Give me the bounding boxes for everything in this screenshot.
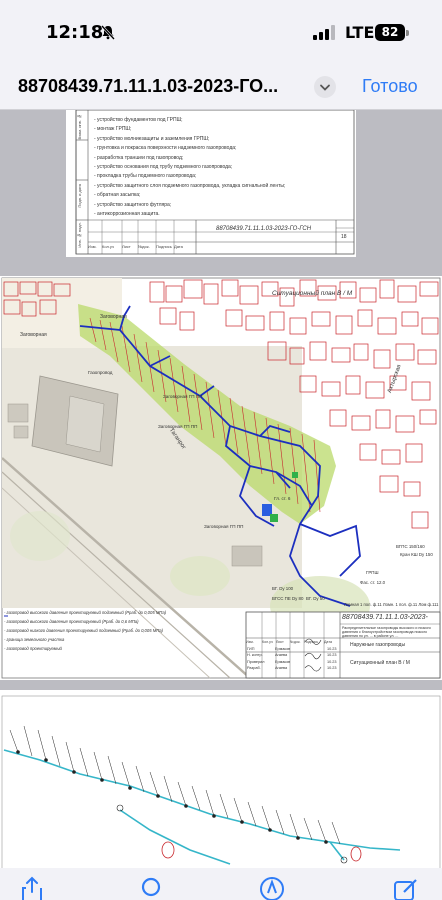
stamp-header: №док. bbox=[138, 244, 150, 249]
map-label: Заговорная ГП ПП bbox=[158, 424, 198, 429]
stamp-code: 88708439.71.11.1.03-2023-ГО-ГСН bbox=[216, 226, 312, 232]
pdf-page-1: - устройство фундаментов под ГРПШ; - мон… bbox=[66, 110, 356, 257]
list-item: - разработка траншеи под газопровод; bbox=[94, 154, 184, 161]
list-item: - устройство защитного слоя подземного г… bbox=[94, 182, 286, 189]
pdf-page-3 bbox=[0, 690, 442, 870]
signal-icon bbox=[313, 25, 335, 40]
map-label: ВГ. Dу 50 bbox=[306, 596, 325, 601]
battery-icon: 82 bbox=[375, 24, 405, 41]
work-list: - устройство фундаментов под ГРПШ; - мон… bbox=[94, 116, 344, 219]
network-label: LTE bbox=[345, 23, 375, 42]
document-title[interactable]: 88708439.71.11.1.03-2023-ГО... bbox=[18, 76, 278, 97]
bottom-toolbar bbox=[0, 868, 442, 900]
stamp-sheet-title: Ситуационный план В / М bbox=[350, 660, 410, 666]
status-bar: 12:18 LTE 82 bbox=[0, 0, 442, 62]
map-label: Заговорная ГП ПП bbox=[204, 524, 244, 529]
stamp-role: Разраб. bbox=[247, 666, 261, 671]
list-item: - устройство молниезащиты и заземления Г… bbox=[94, 135, 210, 142]
map-label: ВГСС ПЕ Dу 80 bbox=[272, 596, 304, 601]
stamp-header: Подпись bbox=[304, 640, 319, 644]
legend: - газопровод высокого давления проектиру… bbox=[4, 608, 242, 653]
share-icon[interactable] bbox=[18, 876, 46, 900]
stamp-code: 88708439.71.11.1.03-2023- bbox=[342, 614, 428, 621]
map-label: Гл. ст. 6 bbox=[274, 496, 291, 501]
stamp-description: Распределительные газопроводы высокого и… bbox=[342, 626, 431, 639]
status-time: 12:18 bbox=[46, 22, 104, 43]
list-item: - устройство фундаментов под ГРПШ; bbox=[94, 117, 183, 123]
stamp-header: Подпись bbox=[156, 244, 172, 249]
nav-bar: 88708439.71.11.1.03-2023-ГО... Готово bbox=[0, 62, 442, 110]
stamp-header: Изм. bbox=[246, 640, 254, 644]
map-label: ВГПС 150/160 bbox=[396, 544, 425, 549]
stamp-people: ГИП Ермаков 10.23 Н. контр. Агаева 10.23 Про… bbox=[247, 646, 341, 672]
stamp-headers: Изм. Кол.уч Лист №док. Подпись Дата bbox=[246, 640, 340, 644]
map-label: ВГ. Dу 100 bbox=[272, 586, 294, 591]
done-button[interactable]: Готово bbox=[362, 76, 418, 97]
legend-item: - граница земельного участка bbox=[4, 637, 65, 642]
stamp-header: Кол.уч bbox=[102, 244, 114, 249]
edit-icon[interactable] bbox=[392, 876, 420, 900]
stamp-headers: Изм. Кол.уч Лист №док. Подпись Дата bbox=[88, 244, 198, 249]
stamp-date: 10.23 bbox=[327, 666, 337, 671]
battery-tip bbox=[406, 30, 409, 36]
map-label: Кран КШ Dу 150 bbox=[400, 552, 433, 557]
list-item: - устройство основания под трубу подземн… bbox=[94, 164, 233, 171]
legend-item: - газопровод высокого давления проектиру… bbox=[4, 619, 139, 624]
bell-slash-icon bbox=[101, 25, 115, 40]
legend-item: - газопровод проектируемый bbox=[4, 646, 62, 651]
sheet-number: 18 bbox=[341, 234, 347, 240]
network-scheme bbox=[1, 695, 441, 870]
markup-icon[interactable] bbox=[258, 876, 286, 900]
side-label: Инв. № подл. bbox=[77, 222, 82, 248]
stamp-header: Кол.уч bbox=[262, 640, 273, 644]
document-viewer[interactable]: - устройство фундаментов под ГРПШ; - мон… bbox=[0, 110, 442, 870]
pdf-page-2: Ситуационный план В / М Ахтырская Загово… bbox=[0, 276, 442, 680]
list-item: - устройство защитного футляра; bbox=[94, 201, 172, 208]
street-label: Заговорная bbox=[100, 314, 127, 320]
legend-item: - газопровод высокого давления проектиру… bbox=[4, 610, 167, 615]
side-label: Взам. инв. № bbox=[77, 114, 82, 140]
stamp-header: Дата bbox=[174, 244, 183, 249]
stamp-section: Наружные газопроводы bbox=[350, 642, 406, 648]
side-label: Подп. и дата bbox=[77, 184, 82, 208]
list-item: - прокладка трубы подземного газопровода… bbox=[94, 173, 197, 180]
list-item: - обратная засыпка; bbox=[94, 192, 141, 199]
legend-item: - газопровод низкого давления проектируе… bbox=[4, 628, 163, 633]
chevron-down-icon bbox=[320, 84, 330, 91]
stamp-name: Агаева bbox=[275, 666, 288, 671]
title-menu-button[interactable] bbox=[314, 76, 336, 98]
map-label: Газопровод bbox=[88, 370, 113, 375]
stamp-header: №док. bbox=[290, 640, 301, 644]
footer-note: Ломная 1 пол. ф.11 Ломн. 1 пол. ф.11 Лом… bbox=[344, 602, 439, 607]
map-label: Фас. ст. 12.0 bbox=[360, 580, 386, 585]
stamp-header: Лист bbox=[122, 244, 131, 249]
stamp-header: Лист bbox=[276, 640, 284, 644]
search-icon[interactable] bbox=[138, 876, 166, 900]
list-item: - монтаж ГРПШ; bbox=[94, 126, 132, 133]
stamp-header: Дата bbox=[324, 640, 332, 644]
map-title: Ситуационный план В / М bbox=[272, 290, 353, 297]
map-label: Заговорная ГП ПП bbox=[163, 394, 203, 399]
list-item: - антикоррозионная защита. bbox=[94, 211, 160, 218]
map-label: ГРПШ bbox=[366, 570, 379, 575]
street-label: Заговорная bbox=[20, 332, 47, 338]
list-item: - грунтовка и покраска поверхности надзе… bbox=[94, 145, 237, 152]
stamp-header: Изм. bbox=[88, 244, 97, 249]
